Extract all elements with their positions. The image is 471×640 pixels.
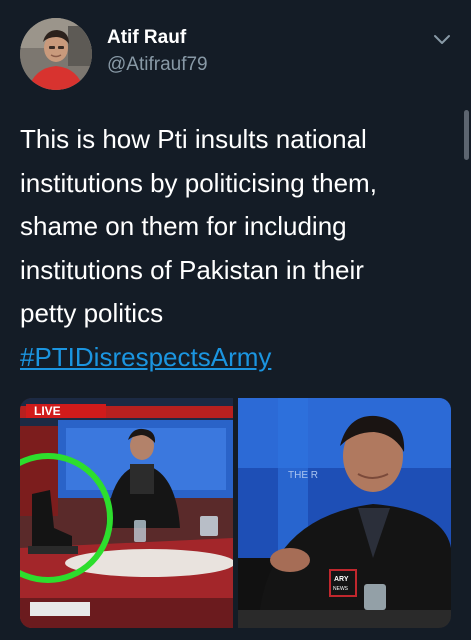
user-block: Atif Rauf @Atifrauf79	[107, 26, 208, 78]
user-handle[interactable]: @Atifrauf79	[107, 52, 208, 78]
display-name[interactable]: Atif Rauf	[107, 26, 208, 50]
mic-label-top: ARY	[334, 576, 349, 583]
bottom-bar	[0, 630, 471, 640]
chevron-down-icon[interactable]	[431, 28, 453, 50]
media-image-left[interactable]: LIVE	[20, 398, 233, 628]
backdrop-text: THE R	[288, 470, 318, 481]
tweet-header: Atif Rauf @Atifrauf79	[20, 18, 453, 90]
tweet-text-line: This is how Pti insults national	[20, 124, 367, 154]
tv-closeup-image: THE R ARY NEWS	[238, 398, 451, 628]
scrollbar[interactable]	[464, 110, 469, 160]
tweet-text-line: petty politics	[20, 298, 164, 328]
tweet-card: Atif Rauf @Atifrauf79 This is how Pti in…	[0, 0, 471, 640]
avatar-photo-icon	[20, 18, 92, 90]
tweet-text-line: shame on them for including	[20, 211, 347, 241]
tweet-text: This is how Pti insults national institu…	[20, 118, 440, 379]
mic-label-bottom: NEWS	[333, 586, 349, 592]
tv-studio-image: LIVE	[20, 398, 233, 628]
tweet-text-line: institutions by politicising them,	[20, 167, 377, 198]
live-badge-text: LIVE	[34, 404, 61, 418]
tweet-media: LIVE THE R ARY NEWS	[20, 398, 451, 628]
media-image-right[interactable]: THE R ARY NEWS	[238, 398, 451, 628]
hashtag-link[interactable]: #PTIDisrespectsArmy	[20, 342, 271, 372]
avatar[interactable]	[20, 18, 92, 90]
tweet-text-line: institutions of Pakistan in their	[20, 254, 364, 285]
